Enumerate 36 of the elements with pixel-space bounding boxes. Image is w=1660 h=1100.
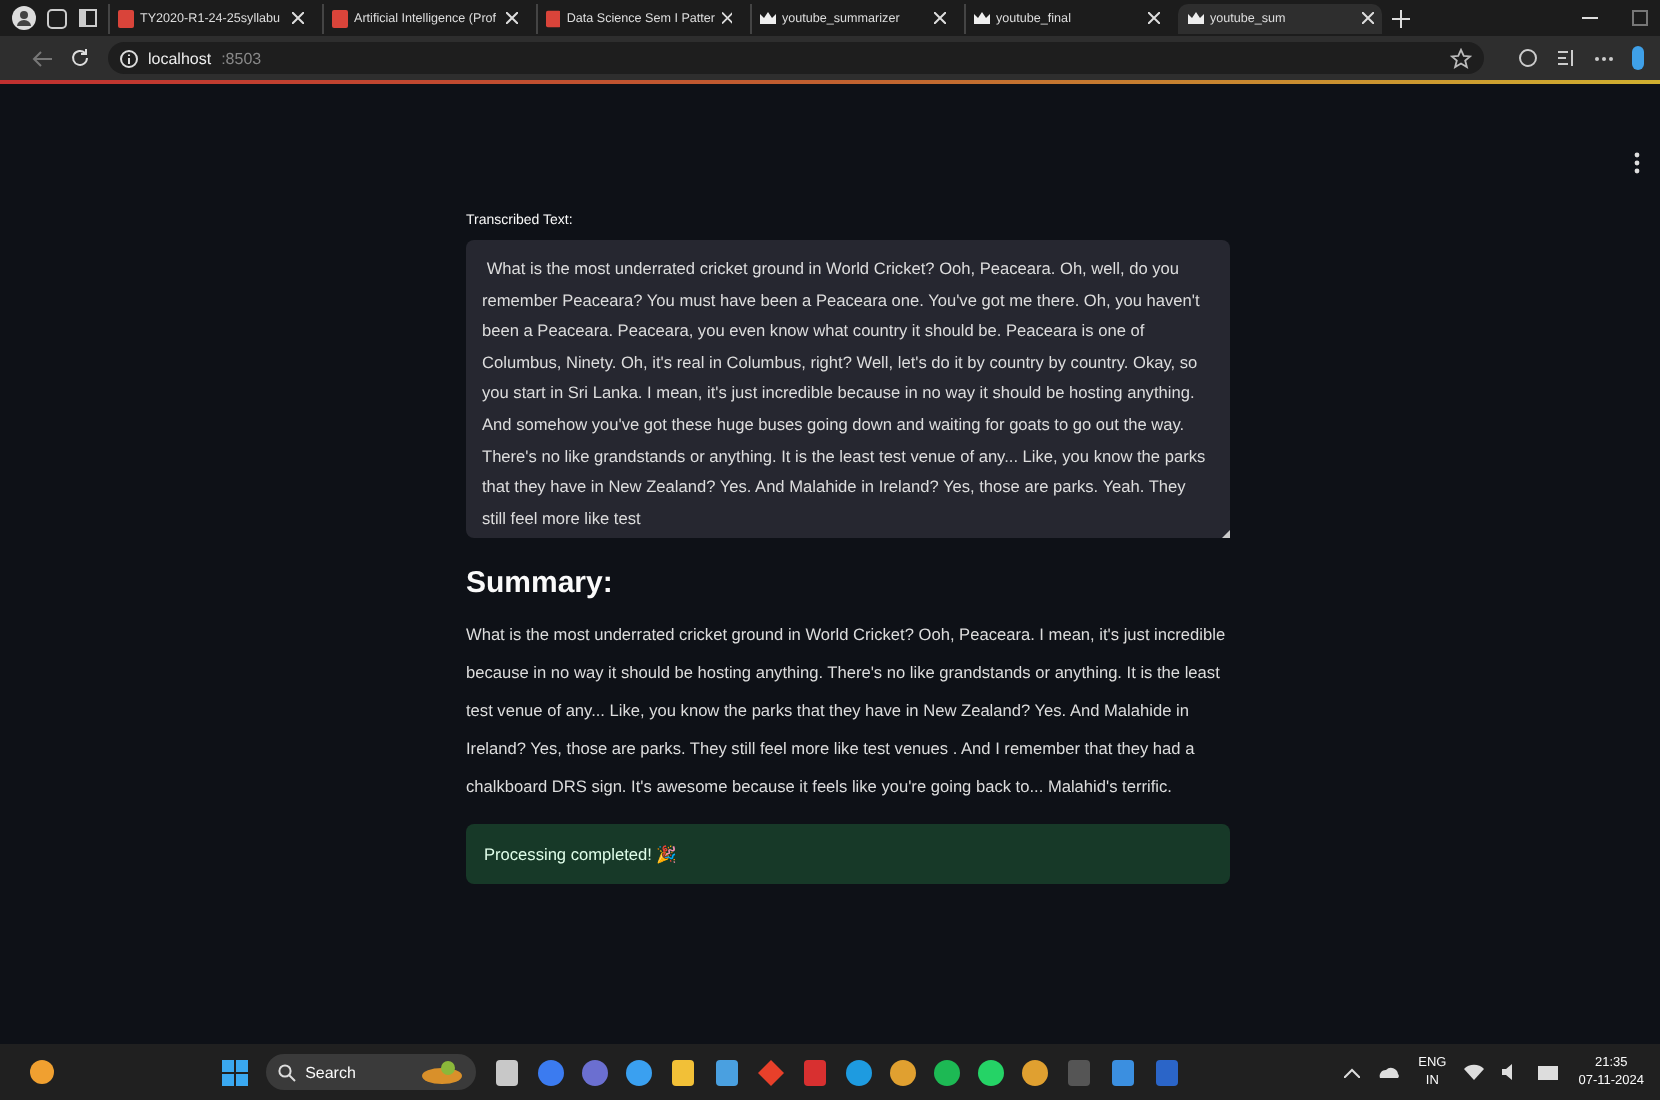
battery-icon[interactable]: [1538, 1065, 1561, 1079]
summary-paragraph: What is the most underrated cricket ground in World Cricket? Ooh, Peaceara. I mean, it's just incredible because in no way it should be hosting anything. There's no like grandstands or anything. It is the least test venue of any... Like, you know the parks that they have in New Zealand? Yes. And Malahide in Ireland? Yes, those are parks. They still feel more like test venues . And I remember that they had a chalkboard DRS sign. It's awesome because it feels like you're going back to... Malahid's terrific.: [466, 622, 1228, 801]
new-tab-icon[interactable]: [1392, 9, 1410, 27]
maximize-icon[interactable]: [1632, 10, 1648, 26]
success-alert: Processing completed! 🎉: [466, 824, 1230, 885]
pdf-icon: [546, 9, 561, 27]
search-icon: [277, 1063, 296, 1081]
close-icon[interactable]: [934, 12, 946, 24]
taskbar-search-field[interactable]: Search: [265, 1054, 476, 1090]
resize-handle-icon[interactable]: [1222, 530, 1230, 539]
crown-icon: [1188, 12, 1204, 24]
star-icon[interactable]: [1450, 47, 1472, 69]
crown-icon: [760, 12, 776, 24]
profile-icon[interactable]: [12, 6, 36, 30]
windows-start-icon[interactable]: [221, 1059, 248, 1085]
transcript-text-area[interactable]: What is the most underrated cricket ground in World Cricket? Ooh, Peaceara. Oh, well, do you remember Peaceara? You must have been a Peaceara one. You've got me there. Oh, you haven't been a Peaceara. Peaceara, you even know what country it should be. Peaceara is one of Columbus, Ninety. Oh, it's real in Columbus, right? Well, let's do it by country by country. Okay, so you start in Sri Lanka. I mean, it's just incredible because in no way it should be hosting anything. And somehow you've got these huge buses going down and waiting for goats to go out the way. There's no like grandstands or anything. It is the least test venue of any... Like, you know the parks that they have in New Zealand? Yes. And Malahide in Ireland? Yes, those are parks. Yeah. They still feel more like test: [466, 240, 1230, 539]
diamond-icon[interactable]: [757, 1059, 784, 1085]
pdf-icon: [118, 9, 134, 27]
wifi-icon[interactable]: [1464, 1064, 1485, 1080]
refresh-icon[interactable]: [70, 48, 90, 68]
close-icon[interactable]: [292, 12, 304, 24]
section-heading: Summary:: [466, 566, 615, 601]
close-icon[interactable]: [506, 12, 518, 24]
chevron-up-icon[interactable]: [1344, 1067, 1361, 1077]
more-icon[interactable]: [1594, 55, 1614, 61]
menu-icon[interactable]: [1634, 152, 1640, 174]
close-icon[interactable]: [1148, 12, 1160, 24]
close-icon[interactable]: [721, 12, 732, 24]
address-field[interactable]: localhost :8503: [108, 42, 1484, 74]
crown-icon: [974, 12, 990, 24]
favorites-icon[interactable]: [1556, 48, 1576, 68]
close-icon[interactable]: [1362, 12, 1374, 24]
cloud-icon[interactable]: [1378, 1066, 1401, 1078]
back-icon[interactable]: [32, 49, 52, 67]
info-icon: [120, 49, 138, 67]
pdf-icon: [332, 9, 348, 27]
